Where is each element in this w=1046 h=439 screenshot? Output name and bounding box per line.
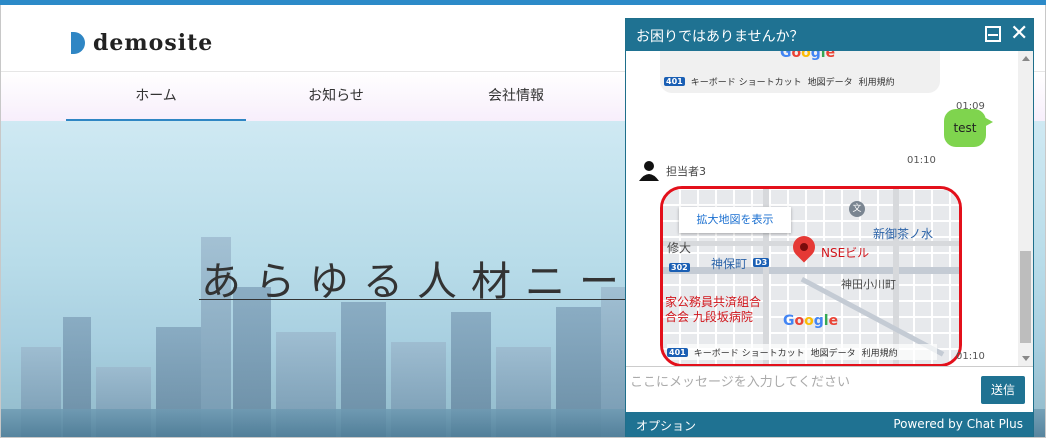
- scroll-up-icon[interactable]: [1022, 56, 1030, 61]
- map-footer-terms[interactable]: 利用規約: [862, 346, 898, 359]
- scroll-thumb[interactable]: [1020, 251, 1031, 343]
- google-logo: Google: [780, 51, 836, 61]
- chat-scrollbar[interactable]: [1018, 51, 1033, 366]
- map-label-ogawamachi: 神田小川町: [841, 278, 896, 291]
- close-icon[interactable]: ✕: [1010, 21, 1028, 47]
- map-label-hospital-2: 合会 九段坂病院: [665, 310, 753, 324]
- user-message-bubble: test: [944, 109, 993, 147]
- map-label-ochanomizu: 新御茶ノ水: [873, 227, 934, 241]
- map-pin-icon[interactable]: [788, 231, 820, 263]
- agent-avatar-icon: [638, 159, 660, 181]
- message-time: 01:10: [907, 155, 936, 166]
- nav-item-news[interactable]: お知らせ: [246, 72, 426, 122]
- map-footer-shortcuts[interactable]: キーボード ショートカット: [691, 75, 802, 88]
- google-logo: Google: [783, 313, 839, 329]
- map-message-card: Google 401 キーボード ショートカット 地図データ 利用規約: [660, 51, 940, 93]
- nav-item-company[interactable]: 会社情報: [426, 72, 606, 122]
- map-label-shudai: 修大: [667, 241, 692, 255]
- map-footer-mapdata[interactable]: 地図データ: [811, 346, 856, 359]
- map-place-label: NSEビル: [821, 246, 870, 260]
- chat-widget: お困りではありませんか？ ✕ Google 401 キーボード ショートカット …: [625, 18, 1034, 437]
- enlarge-map-link[interactable]: 拡大地図を表示: [679, 207, 791, 233]
- school-poi-icon: 文: [849, 201, 865, 217]
- embedded-map[interactable]: 文 拡大地図を表示 NSEビル 新御茶ノ水 神田小川町 神保町 D3 修大 30…: [663, 189, 959, 364]
- scroll-down-icon[interactable]: [1022, 356, 1030, 361]
- map-footer: 401 キーボード ショートカット 地図データ 利用規約: [664, 73, 934, 89]
- message-input[interactable]: ここにメッセージを入力してください: [630, 371, 850, 390]
- agent-name: 担当者3: [666, 165, 706, 178]
- site-logo[interactable]: demosite: [71, 27, 213, 59]
- options-link[interactable]: オプション: [636, 417, 696, 434]
- hero-underline: [199, 299, 629, 300]
- send-button[interactable]: 送信: [981, 376, 1025, 404]
- route-sign: 401: [667, 347, 688, 357]
- route-sign: 401: [664, 76, 685, 86]
- map-message-card[interactable]: 文 拡大地図を表示 NSEビル 新御茶ノ水 神田小川町 神保町 D3 修大 30…: [660, 186, 962, 366]
- chat-title: お困りではありませんか？: [636, 29, 804, 45]
- chat-message-list[interactable]: Google 401 キーボード ショートカット 地図データ 利用規約 01:0…: [626, 51, 1018, 366]
- map-footer-terms[interactable]: 利用規約: [859, 75, 895, 88]
- route-sign: 302: [669, 263, 690, 272]
- map-road: [663, 267, 959, 274]
- map-footer-mapdata[interactable]: 地図データ: [808, 75, 853, 88]
- chat-header: お困りではありませんか？ ✕: [626, 19, 1033, 51]
- metro-sign: D3: [753, 258, 770, 267]
- message-time: 01:10: [956, 351, 985, 362]
- logo-text: demosite: [93, 30, 214, 56]
- nav-item-home[interactable]: ホーム: [66, 72, 246, 122]
- logo-mark-icon: [71, 32, 85, 54]
- chat-footer: オプション Powered by Chat Plus: [626, 412, 1033, 436]
- map-label-jinbocho: 神保町: [711, 257, 748, 271]
- map-footer-shortcuts[interactable]: キーボード ショートカット: [694, 346, 805, 359]
- minimize-icon[interactable]: [985, 26, 1001, 42]
- powered-by-text: Powered by Chat Plus: [893, 417, 1023, 431]
- map-footer: 401 キーボード ショートカット 地図データ 利用規約: [667, 344, 937, 360]
- chat-input-area[interactable]: ここにメッセージを入力してください 送信: [626, 366, 1033, 413]
